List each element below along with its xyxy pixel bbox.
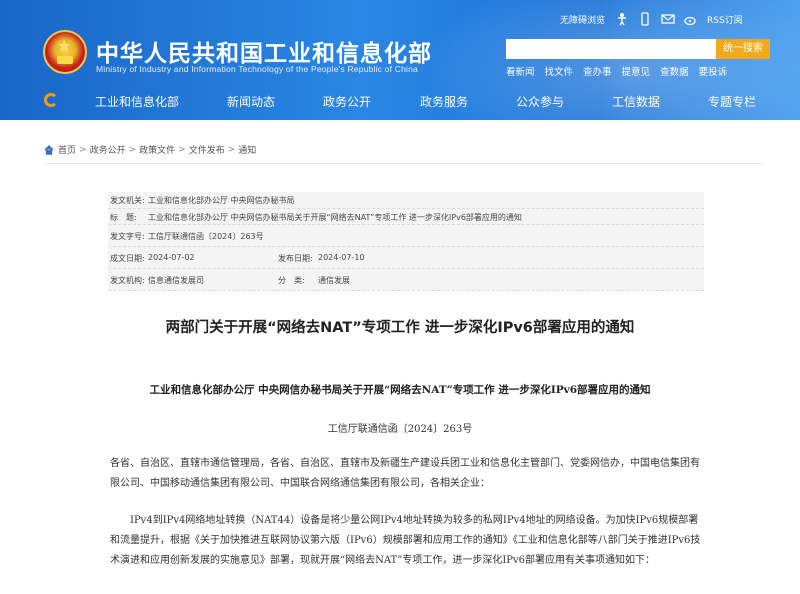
search-input[interactable] (506, 39, 716, 59)
quick-link-complaint[interactable]: 要投诉 (699, 64, 728, 78)
meta-value: 2024-07-02 (148, 253, 195, 262)
meta-value: 工业和信息化部办公厅 中央网信办秘书局 (148, 196, 295, 205)
mobile-icon[interactable] (638, 12, 652, 26)
home-logo-icon[interactable] (44, 93, 58, 107)
meta-row-issuer: 发文机关: 工业和信息化部办公厅 中央网信办秘书局 (108, 192, 704, 209)
nav-item-data[interactable]: 工信数据 (612, 93, 660, 110)
nav-item-miit[interactable]: 工业和信息化部 (95, 93, 179, 110)
quick-link-news[interactable]: 看新闻 (506, 64, 535, 78)
nav-item-participation[interactable]: 公众参与 (516, 93, 564, 110)
meta-row-dates: 成文日期: 2024-07-02 发布日期: 2024-07-10 (108, 247, 704, 269)
article-paragraph: 各省、自治区、直辖市通信管理局，各省、自治区、直辖市及新疆生产建设兵团工业和信息… (110, 458, 700, 489)
meta-row-org: 发文机构: 信息通信发展司 分 类: 通信发展 (108, 269, 704, 291)
quick-links: 看新闻 找文件 查办事 提意见 查数据 要投诉 (506, 64, 737, 78)
meta-label: 发文机关: (110, 196, 145, 205)
divider (44, 163, 764, 164)
meta-value: 通信发展 (318, 276, 350, 285)
mail-icon[interactable] (661, 12, 675, 26)
weibo-icon[interactable] (684, 12, 698, 26)
meta-value: 信息通信发展司 (148, 276, 204, 285)
breadcrumb: 首页 > 政务公开 > 政策文件 > 文件发布 > 通知 (44, 143, 256, 156)
site-header: ★ 中华人民共和国工业和信息化部 Ministry of Industry an… (0, 0, 800, 120)
national-emblem-icon[interactable]: ★ (43, 30, 87, 74)
breadcrumb-separator: > (128, 144, 137, 155)
meta-label: 成文日期: (110, 254, 145, 263)
breadcrumb-gov-affairs[interactable]: 政务公开 (90, 143, 126, 156)
meta-value: 工业和信息化部办公厅 中央网信办秘书局关于开展“网络去NAT”专项工作 进一步深… (148, 212, 522, 222)
meta-value: 2024-07-10 (318, 253, 365, 262)
meta-row-docno: 发文字号: 工信厅联通信函〔2024〕263号 (108, 225, 704, 247)
accessible-link[interactable]: 无障碍浏览 (560, 13, 605, 26)
breadcrumb-separator: > (178, 144, 186, 155)
meta-label: 发文机构: (110, 276, 145, 285)
gate-icon (57, 56, 73, 64)
nav-item-services[interactable]: 政务服务 (420, 93, 468, 110)
meta-label: 分 类: (278, 276, 305, 285)
top-links: 无障碍浏览 RSS订阅 (560, 10, 743, 28)
quick-link-data[interactable]: 查数据 (660, 64, 689, 78)
nav-item-news[interactable]: 新闻动态 (227, 93, 275, 110)
document-meta-table: 发文机关: 工业和信息化部办公厅 中央网信办秘书局 标 题: 工业和信息化部办公… (108, 192, 704, 291)
nav-item-gov-affairs[interactable]: 政务公开 (323, 93, 371, 110)
breadcrumb-release[interactable]: 文件发布 (189, 143, 225, 156)
main-nav: 工业和信息化部 新闻动态 政务公开 政务服务 公众参与 工信数据 专题专栏 (0, 86, 800, 116)
article-subtitle: 工业和信息化部办公厅 中央网信办秘书局关于开展“网络去NAT”专项工作 进一步深… (149, 384, 651, 396)
breadcrumb-home[interactable]: 首页 (58, 143, 76, 156)
breadcrumb-separator: > (79, 144, 87, 155)
search-button[interactable]: 统一搜索 (716, 39, 770, 59)
breadcrumb-notice[interactable]: 通知 (238, 143, 256, 156)
meta-value: 工信厅联通信函〔2024〕263号 (148, 232, 264, 241)
breadcrumb-policy[interactable]: 政策文件 (139, 143, 175, 156)
quick-link-services[interactable]: 查办事 (583, 64, 612, 78)
quick-link-files[interactable]: 找文件 (545, 64, 574, 78)
site-subtitle: Ministry of Industry and Information Tec… (96, 64, 418, 74)
meta-label: 发文字号: (110, 232, 145, 241)
meta-label: 发布日期: (278, 254, 313, 263)
meta-label: 标 题: (110, 212, 137, 222)
article-title: 两部门关于开展“网络去NAT”专项工作 进一步深化IPv6部署应用的通知 (165, 320, 635, 336)
breadcrumb-separator: > (227, 144, 236, 155)
quick-link-feedback[interactable]: 提意见 (622, 64, 651, 78)
star-icon: ★ (57, 36, 72, 55)
nav-item-topics[interactable]: 专题专栏 (708, 93, 756, 110)
article-paragraph: IPv4到IPv4网络地址转换（NAT44）设备是将少量公网IPv4地址转换为较… (110, 515, 701, 566)
site-title[interactable]: 中华人民共和国工业和信息化部 (96, 34, 432, 68)
accessibility-icon[interactable] (615, 12, 629, 26)
rss-link[interactable]: RSS订阅 (707, 13, 743, 26)
home-icon[interactable] (44, 144, 54, 155)
meta-row-title: 标 题: 工业和信息化部办公厅 中央网信办秘书局关于开展“网络去NAT”专项工作… (108, 209, 704, 225)
article-doc-number: 工信厅联通信函〔2024〕263号 (327, 424, 473, 435)
